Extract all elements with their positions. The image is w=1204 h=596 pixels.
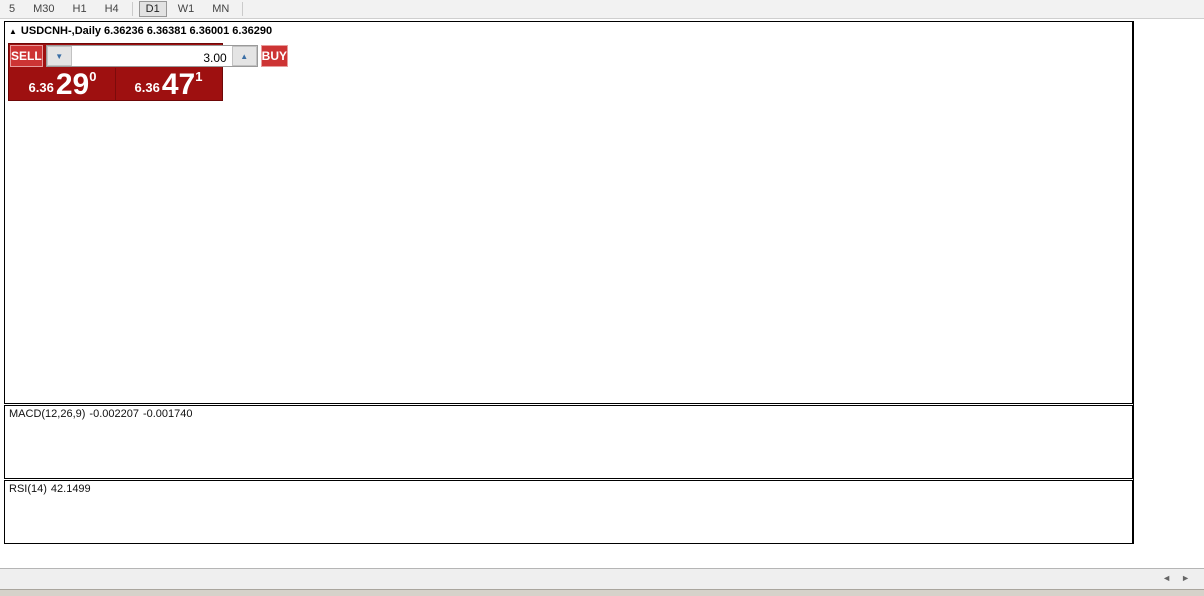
rsi-label: RSI(14) <box>9 483 47 495</box>
macd-title: MACD(12,26,9) -0.002207 -0.001740 <box>9 408 197 420</box>
rsi-value: 42.1499 <box>50 483 91 495</box>
ohlc-close: 6.36290 <box>232 25 273 37</box>
buy-price-base: 6.36 <box>134 80 160 95</box>
buy-price-pips: 47 <box>161 68 196 101</box>
macd-value: -0.002207 <box>89 408 139 420</box>
volume-decrease-icon[interactable]: ▼ <box>46 46 72 66</box>
toolbar-separator <box>242 2 244 16</box>
timeframe-button-h1[interactable]: H1 <box>66 1 94 17</box>
macd-signal-value: -0.001740 <box>142 408 193 420</box>
buy-button[interactable]: BUY <box>260 45 289 67</box>
timeframe-button-mn[interactable]: MN <box>205 1 236 17</box>
sell-price[interactable]: 6.36 29 0 <box>10 68 115 100</box>
buy-price-fraction: 1 <box>195 69 203 84</box>
one-click-trading-panel: SELL ▼ ▲ BUY 6.36 29 0 6.36 47 1 <box>8 43 289 101</box>
rsi-title: RSI(14) 42.1499 <box>9 483 95 495</box>
tab-scroll-right-icon[interactable]: ► <box>1181 573 1190 583</box>
symbol-tabbar: ◄ ► <box>0 568 1204 589</box>
status-bar <box>0 589 1204 596</box>
macd-label: MACD(12,26,9) <box>9 408 86 420</box>
chart-symbol-title: ▲ USDCNH-,Daily 6.36236 6.36381 6.36001 6.362… <box>9 25 275 37</box>
timeframe-button-d1[interactable]: D1 <box>138 1 167 17</box>
ohlc-high: 6.36381 <box>146 25 187 37</box>
sell-price-pips: 29 <box>55 68 90 101</box>
sell-price-fraction: 0 <box>89 69 97 84</box>
timeframe-button-w1[interactable]: W1 <box>171 1 202 17</box>
timeframe-button-h4[interactable]: H4 <box>98 1 126 17</box>
ohlc-open: 6.36236 <box>104 25 144 37</box>
sell-price-base: 6.36 <box>28 80 54 95</box>
volume-input[interactable] <box>71 46 232 66</box>
ohlc-low: 6.36001 <box>189 25 230 37</box>
timeframe-toolbar: 5 M30 H1 H4 D1 W1 MN <box>0 0 1204 19</box>
tab-scroll-left-icon[interactable]: ◄ <box>1162 573 1171 583</box>
toolbar-separator <box>131 2 133 16</box>
volume-increase-icon[interactable]: ▲ <box>231 46 257 66</box>
symbol-name: USDCNH-,Daily <box>20 25 101 37</box>
price-axis-line <box>1133 21 1134 544</box>
timeframe-button-m30[interactable]: M30 <box>26 1 61 17</box>
buy-price[interactable]: 6.36 47 1 <box>116 68 221 100</box>
timeframe-button-5[interactable]: 5 <box>2 1 22 17</box>
collapse-triangle-icon: ▲ <box>9 27 17 36</box>
sell-button[interactable]: SELL <box>10 45 43 67</box>
